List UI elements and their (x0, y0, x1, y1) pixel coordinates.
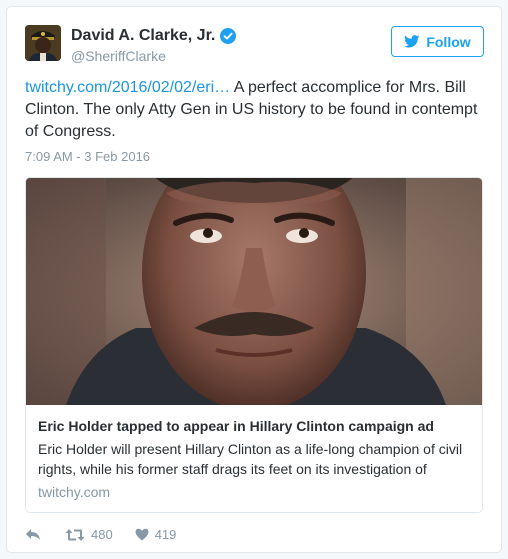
author-name[interactable]: David A. Clarke, Jr. (71, 27, 215, 45)
tweet-timestamp[interactable]: 7:09 AM - 3 Feb 2016 (25, 149, 150, 164)
tweet-card: David A. Clarke, Jr. @SheriffClarke Foll… (6, 6, 502, 553)
link-card-description: Eric Holder will present Hillary Clinton… (38, 441, 463, 477)
retweet-count: 480 (91, 527, 113, 542)
tweet-text: twitchy.com/2016/02/02/eri… A perfect ac… (25, 77, 487, 143)
link-preview-card[interactable]: Eric Holder tapped to appear in Hillary … (25, 177, 483, 513)
tweet-actions: 480 419 (25, 527, 196, 542)
avatar[interactable] (25, 25, 61, 61)
like-count: 419 (154, 527, 177, 542)
link-card-title[interactable]: Eric Holder tapped to appear in Hillary … (38, 418, 434, 434)
bird-icon (404, 35, 420, 48)
reply-icon (26, 528, 40, 540)
retweet-icon (65, 528, 85, 541)
like-button[interactable]: 419 (135, 527, 177, 542)
retweet-button[interactable]: 480 (65, 527, 113, 542)
verified-badge-icon (220, 28, 237, 44)
follow-button[interactable]: Follow (391, 26, 484, 57)
heart-icon (135, 528, 149, 541)
link-card-domain: twitchy.com (38, 484, 111, 500)
author-name-row: David A. Clarke, Jr. (71, 27, 237, 45)
link-preview-photo (26, 178, 482, 405)
avatar-image (25, 25, 61, 61)
reply-button[interactable] (25, 528, 41, 542)
author-handle[interactable]: @SheriffClarke (71, 48, 166, 64)
tweet-link[interactable]: twitchy.com/2016/02/02/eri… (25, 79, 230, 96)
follow-button-label: Follow (426, 33, 471, 50)
